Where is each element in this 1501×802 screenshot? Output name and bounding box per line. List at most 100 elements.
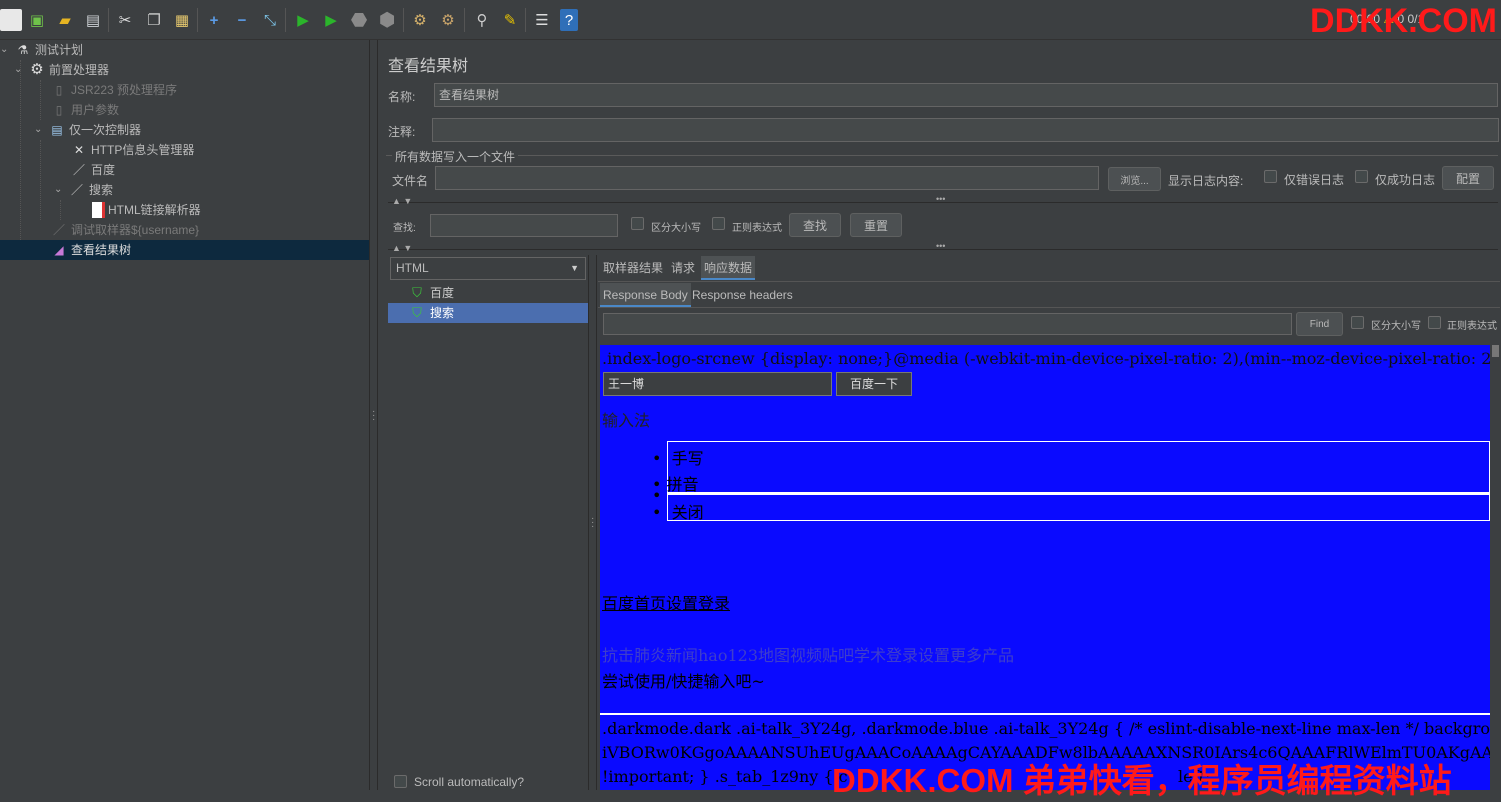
browse-button[interactable]: 浏览... <box>1108 167 1161 191</box>
render-css-text: .index-logo-srcnew {display: none;}@medi… <box>602 349 1490 368</box>
tree-item-search[interactable]: ⌄ ／搜索 <box>54 180 113 200</box>
render-code-line: !important; } .s_tab_1z9ny { c <box>602 767 848 786</box>
panel-title: 查看结果树 <box>388 58 469 75</box>
cut-icon[interactable]: ✂ <box>114 9 136 31</box>
render-top-links[interactable]: 百度首页设置登录 <box>602 590 730 614</box>
errors-only-checkbox[interactable] <box>1264 170 1277 183</box>
start-icon[interactable]: ▶ <box>292 9 314 31</box>
errors-only-label: 仅错误日志 <box>1284 173 1345 187</box>
splitter-grip[interactable]: ••• <box>936 194 945 204</box>
render-scrollbar[interactable] <box>1490 345 1501 790</box>
help-icon[interactable]: ? <box>560 9 578 31</box>
result-item[interactable]: ⛉ 百度 <box>388 283 588 303</box>
chevron-down-icon: ▼ <box>570 263 579 273</box>
shutdown-icon[interactable]: ⬢ <box>376 9 398 31</box>
paste-icon[interactable]: ▦ <box>171 9 193 31</box>
watermark-banner: DDKK.COM 弟弟快看，程序员编程资料站 <box>832 762 1452 799</box>
reset-search-icon[interactable]: ✎ <box>499 9 521 31</box>
case-sensitive-checkbox[interactable] <box>631 217 644 230</box>
filename-label: 文件名 <box>392 174 429 188</box>
render-search-input[interactable]: 王一博 <box>603 372 832 396</box>
tab-request[interactable]: 请求 <box>668 256 698 280</box>
log-content-label: 显示日志内容: <box>1168 174 1244 188</box>
response-regex-label: 正则表达式 <box>1447 321 1497 332</box>
clear-icon[interactable]: ⚙ <box>409 9 431 31</box>
renderer-value: HTML <box>396 261 429 275</box>
templates-icon[interactable]: ▣ <box>26 9 48 31</box>
scroll-auto-label: Scroll automatically? <box>414 775 525 789</box>
scroll-auto-checkbox[interactable] <box>394 775 407 788</box>
render-nav-links[interactable]: 抗击肺炎新闻hao123地图视频贴吧学术登录设置更多产品 <box>602 642 1014 666</box>
new-icon[interactable] <box>0 9 22 31</box>
response-find-button[interactable]: Find <box>1296 312 1343 336</box>
name-field[interactable]: 查看结果树 <box>434 83 1498 107</box>
tab-response-headers[interactable]: Response headers <box>689 283 796 307</box>
tree-item-view-results-tree[interactable]: ◢ 查看结果树 <box>0 240 369 260</box>
search-input[interactable] <box>430 214 618 237</box>
parser-icon <box>92 202 105 218</box>
tree-item-baidu[interactable]: ／百度 <box>70 160 115 180</box>
clear-all-icon[interactable]: ⚙ <box>437 9 459 31</box>
html-render-view[interactable]: .index-logo-srcnew {display: none;}@medi… <box>600 345 1490 790</box>
configure-button[interactable]: 配置 <box>1442 166 1494 190</box>
response-case-label: 区分大小写 <box>1371 321 1421 332</box>
tab-sampler-result[interactable]: 取样器结果 <box>600 256 666 280</box>
render-ime-box <box>667 441 1490 521</box>
chart-icon: ◢ <box>54 243 64 257</box>
render-list-item[interactable]: • 关闭 <box>652 499 704 523</box>
group-title: 所有数据写入一个文件 <box>392 148 519 165</box>
tree-item-jsr223[interactable]: ▯ JSR223 预处理程序 <box>50 80 177 100</box>
collapse-arrows-2[interactable]: ▲ ▼ <box>392 243 412 253</box>
start-no-pause-icon[interactable]: ▶ <box>320 9 342 31</box>
pipette-icon: ／ <box>70 183 83 197</box>
render-search-button[interactable]: 百度一下 <box>836 372 912 396</box>
tree-item-test-plan[interactable]: ⌄ ⚗ 测试计划 <box>0 40 83 60</box>
tree-splitter[interactable]: · · · <box>369 40 378 790</box>
render-try-text: 尝试使用/快捷输入吧~ <box>602 672 765 691</box>
comment-label: 注释: <box>388 125 416 139</box>
renderer-select[interactable]: HTML ▼ <box>390 257 586 280</box>
splitter-grip-2[interactable]: ••• <box>936 241 945 251</box>
success-only-checkbox[interactable] <box>1355 170 1368 183</box>
stop-icon[interactable]: ⬣ <box>348 9 370 31</box>
response-search-input[interactable] <box>603 313 1292 335</box>
find-button[interactable]: 查找 <box>789 213 841 237</box>
tree-item-html-link-parser[interactable]: HTML链接解析器 <box>92 200 201 220</box>
tools-icon: ✕ <box>73 143 85 157</box>
open-icon[interactable]: ▰ <box>54 9 76 31</box>
response-case-checkbox[interactable] <box>1351 316 1364 329</box>
name-label: 名称: <box>388 90 416 104</box>
function-helper-icon[interactable]: ☰ <box>531 9 553 31</box>
tab-response-body[interactable]: Response Body <box>600 283 691 307</box>
collapse-arrows[interactable]: ▲ ▼ <box>392 196 412 206</box>
expand-icon[interactable]: + <box>203 9 225 31</box>
tab-response-data[interactable]: 响应数据 <box>701 256 756 280</box>
tree-item-debug-sampler[interactable]: ／调试取样器${username} <box>50 220 199 240</box>
script-icon: ▯ <box>55 83 63 97</box>
render-ime-label: 输入法 <box>602 411 651 430</box>
regex-checkbox[interactable] <box>712 217 725 230</box>
response-regex-checkbox[interactable] <box>1428 316 1441 329</box>
watermark-logo: DDKK.COM <box>1310 2 1497 40</box>
comment-field[interactable] <box>432 118 1499 142</box>
tree-item-user-params[interactable]: ▯ 用户参数 <box>50 100 119 120</box>
render-list-item[interactable]: • 手写 <box>652 445 704 469</box>
result-item-selected[interactable]: ⛉ 搜索 <box>388 303 588 323</box>
filename-field[interactable] <box>435 166 1099 190</box>
search-icon[interactable]: ⚲ <box>471 9 493 31</box>
collapse-icon[interactable]: − <box>231 9 253 31</box>
tree-item-once-controller[interactable]: ⌄ ▤ 仅一次控制器 <box>34 120 141 140</box>
results-splitter[interactable]: · · · <box>588 255 597 790</box>
pipette-icon: ／ <box>52 223 65 237</box>
test-plan-tree[interactable]: ⌄ ⚗ 测试计划 ⌄ ⚙ 前置处理器 ▯ JSR223 预处理程序 ▯ 用户参数 ⌄ ▤ 仅一次… <box>0 40 369 790</box>
toggle-icon[interactable]: ⤡ <box>259 9 281 31</box>
regex-label: 正则表达式 <box>732 223 782 234</box>
copy-icon[interactable]: ❐ <box>143 9 165 31</box>
success-shield-icon: ⛉ <box>412 305 422 320</box>
pipette-icon: ／ <box>72 163 85 177</box>
tree-item-preprocessor[interactable]: ⌄ ⚙ 前置处理器 <box>14 60 109 80</box>
save-icon[interactable]: ▤ <box>82 9 104 31</box>
tree-item-http-header-manager[interactable]: ✕ HTTP信息头管理器 <box>70 140 194 160</box>
render-code-line: .darkmode.dark .ai-talk_3Y24g, .darkmode… <box>602 719 1490 738</box>
reset-button[interactable]: 重置 <box>850 213 902 237</box>
